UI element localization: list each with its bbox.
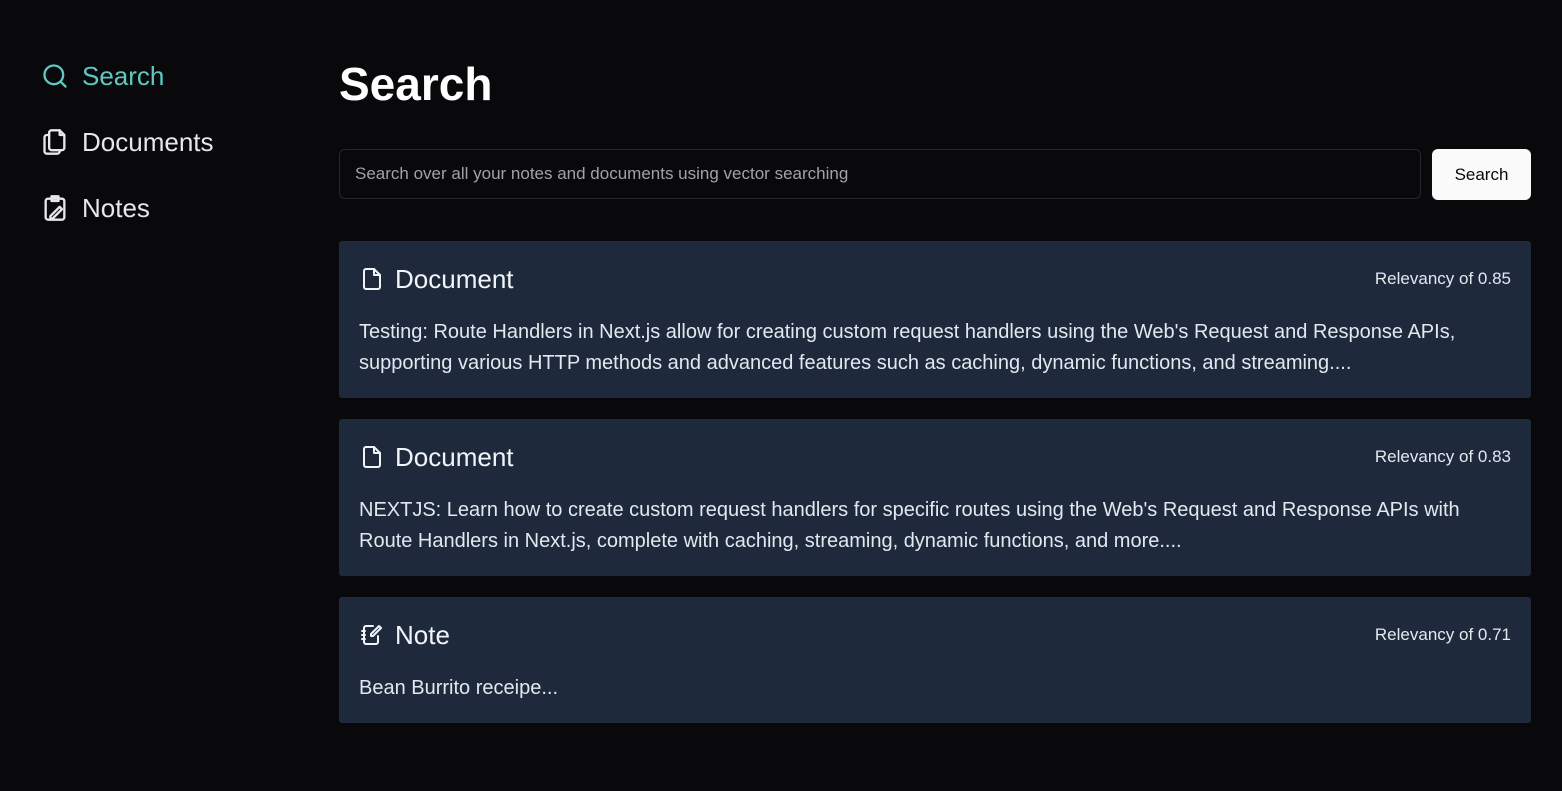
result-card[interactable]: Document Relevancy of 0.85 Testing: Rout… xyxy=(339,241,1531,398)
sidebar-item-documents[interactable]: Documents xyxy=(40,122,214,162)
notes-icon xyxy=(40,193,70,223)
sidebar-item-label: Search xyxy=(82,60,165,91)
result-type: Document xyxy=(395,263,514,294)
sidebar-item-notes[interactable]: Notes xyxy=(40,188,150,228)
search-icon xyxy=(40,61,70,91)
result-snippet: Testing: Route Handlers in Next.js allow… xyxy=(359,321,1456,374)
sidebar: Search Documents Notes xyxy=(0,0,300,791)
result-card[interactable]: Document Relevancy of 0.83 NEXTJS: Learn… xyxy=(339,419,1531,576)
result-card[interactable]: Note Relevancy of 0.71 Bean Burrito rece… xyxy=(339,597,1531,723)
result-card-header: Document Relevancy of 0.85 xyxy=(359,263,1511,295)
sidebar-item-search[interactable]: Search xyxy=(40,56,164,96)
sidebar-item-label: Notes xyxy=(82,192,150,223)
result-card-header: Note Relevancy of 0.71 xyxy=(359,619,1511,651)
file-icon xyxy=(359,266,385,292)
relevancy-score: Relevancy of 0.83 xyxy=(1374,447,1511,466)
result-snippet: NEXTJS: Learn how to create custom reque… xyxy=(359,499,1460,552)
sidebar-item-label: Documents xyxy=(82,126,214,157)
result-type: Document xyxy=(395,441,514,472)
result-card-header: Document Relevancy of 0.83 xyxy=(359,441,1511,473)
relevancy-score: Relevancy of 0.85 xyxy=(1374,269,1511,288)
search-input[interactable] xyxy=(339,149,1421,199)
file-icon xyxy=(359,444,385,470)
result-snippet: Bean Burrito receipe... xyxy=(359,677,558,699)
documents-icon xyxy=(40,127,70,157)
page-title: Search xyxy=(339,58,493,110)
note-edit-icon xyxy=(359,622,385,648)
result-type: Note xyxy=(395,619,450,650)
search-button[interactable]: Search xyxy=(1432,149,1531,200)
relevancy-score: Relevancy of 0.71 xyxy=(1374,625,1511,644)
